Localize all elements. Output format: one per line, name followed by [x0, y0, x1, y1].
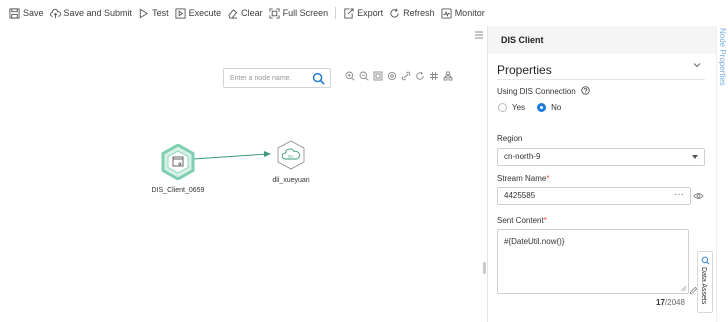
canvas-toolbar	[345, 71, 453, 81]
eraser-icon	[228, 8, 238, 19]
cloud-icon: DLI	[277, 140, 305, 170]
svg-text:DLI: DLI	[288, 155, 293, 159]
using-dis-connection-label: Using DIS Connection	[497, 86, 590, 96]
search-icon	[701, 256, 710, 265]
caret-down-icon	[692, 155, 698, 159]
required-mark: *	[543, 216, 547, 225]
more-options-icon[interactable]: ···	[674, 187, 684, 203]
clear-button[interactable]: Clear	[227, 8, 263, 19]
eye-icon[interactable]	[693, 191, 704, 201]
dis-connection-radio-group: Yes No	[498, 103, 561, 112]
refresh-button[interactable]: Refresh	[389, 8, 435, 19]
counter-max: /2048	[664, 298, 685, 307]
divider	[497, 79, 705, 80]
radio-yes[interactable]: Yes	[498, 103, 525, 112]
workflow-canvas[interactable]: DIS_Client_0659 DLI dli_xueyuan	[0, 26, 472, 322]
zoom-in-icon[interactable]	[345, 71, 355, 81]
properties-panel: DIS Client Properties Using DIS Connecti…	[487, 26, 716, 322]
full-screen-label: Full Screen	[282, 8, 329, 18]
counter-current: 17	[656, 298, 665, 307]
export-button[interactable]: Export	[343, 7, 384, 19]
sent-content-value: #{DateUtil.now()}	[504, 237, 565, 246]
test-label: Test	[152, 8, 169, 18]
execute-label: Execute	[188, 8, 222, 18]
radio-yes-indicator[interactable]	[498, 103, 507, 112]
panel-resize-handle[interactable]	[483, 262, 486, 274]
node-label: dli_xueyuan	[272, 177, 310, 184]
chevron-down-icon[interactable]	[692, 60, 702, 70]
node-label: DIS_Client_0659	[151, 187, 205, 194]
zoom-out-icon[interactable]	[359, 71, 369, 81]
monitor-icon	[441, 7, 452, 19]
play-icon	[139, 8, 149, 18]
radio-no[interactable]: No	[537, 103, 561, 112]
toolbar: Save Save and Submit Test Execute Clear …	[0, 0, 728, 26]
export-icon	[344, 7, 354, 19]
region-select[interactable]: cn-north-9	[497, 148, 705, 166]
toolbar-divider	[335, 7, 337, 19]
settings-icon[interactable]	[387, 71, 397, 81]
export-label: Export	[357, 8, 384, 18]
stream-name-label: Stream Name*	[497, 174, 549, 183]
data-assets-tab[interactable]: Data Assets	[697, 251, 713, 313]
region-value: cn-north-9	[504, 152, 541, 161]
sent-content-label: Sent Content*	[497, 216, 547, 225]
full-screen-icon	[269, 7, 280, 19]
node-search-input[interactable]	[224, 69, 308, 87]
stream-name-value: 4425585	[504, 191, 536, 200]
required-mark: *	[546, 174, 550, 183]
collapse-panel-icon[interactable]	[474, 30, 484, 40]
save-and-submit-button[interactable]: Save and Submit	[49, 8, 133, 19]
fit-view-icon[interactable]	[373, 71, 383, 81]
sent-content-textarea[interactable]: #{DateUtil.now()}	[497, 229, 689, 294]
save-and-submit-label: Save and Submit	[63, 8, 133, 18]
refresh-label: Refresh	[403, 8, 435, 18]
sent-content-text: Sent Content	[497, 216, 544, 225]
stream-name-input[interactable]: 4425585 ···	[497, 187, 691, 205]
execute-icon	[175, 7, 186, 19]
search-icon[interactable]	[312, 72, 325, 85]
radio-yes-label: Yes	[512, 103, 526, 112]
node-properties-tab[interactable]: Node Properties	[718, 28, 727, 86]
dag-node-dli[interactable]: DLI dli_xueyuan	[263, 140, 319, 184]
monitor-label: Monitor	[454, 8, 485, 18]
save-button[interactable]: Save	[9, 7, 44, 19]
using-dis-connection-text: Using DIS Connection	[497, 87, 576, 96]
layout-icon[interactable]	[443, 71, 453, 81]
character-counter: 17/2048	[656, 298, 685, 307]
test-button[interactable]: Test	[138, 8, 169, 19]
save-icon	[9, 7, 20, 19]
save-label: Save	[23, 8, 44, 18]
link-icon[interactable]	[401, 71, 411, 81]
data-assets-label: Data Assets	[700, 267, 707, 305]
dis-client-node-icon	[161, 144, 195, 180]
monitor-button[interactable]: Monitor	[441, 7, 485, 19]
execute-button[interactable]: Execute	[175, 7, 222, 19]
region-label: Region	[497, 134, 523, 143]
node-search-box	[223, 68, 331, 88]
panel-title: DIS Client	[501, 35, 544, 45]
cycle-icon[interactable]	[415, 71, 425, 81]
radio-no-label: No	[551, 103, 562, 112]
resize-grip-icon[interactable]	[681, 286, 686, 291]
help-icon[interactable]	[581, 86, 590, 95]
grid-icon[interactable]	[429, 71, 439, 81]
section-title: Properties	[497, 63, 552, 77]
clear-label: Clear	[241, 8, 263, 18]
dag-node-dis-client[interactable]: DIS_Client_0659	[150, 144, 206, 194]
refresh-icon	[390, 8, 399, 18]
app-root: Save Save and Submit Test Execute Clear …	[0, 0, 728, 322]
cloud-upload-icon	[49, 8, 61, 18]
stream-name-text: Stream Name	[497, 174, 547, 183]
radio-no-indicator[interactable]	[537, 103, 547, 112]
full-screen-button[interactable]: Full Screen	[269, 7, 329, 19]
